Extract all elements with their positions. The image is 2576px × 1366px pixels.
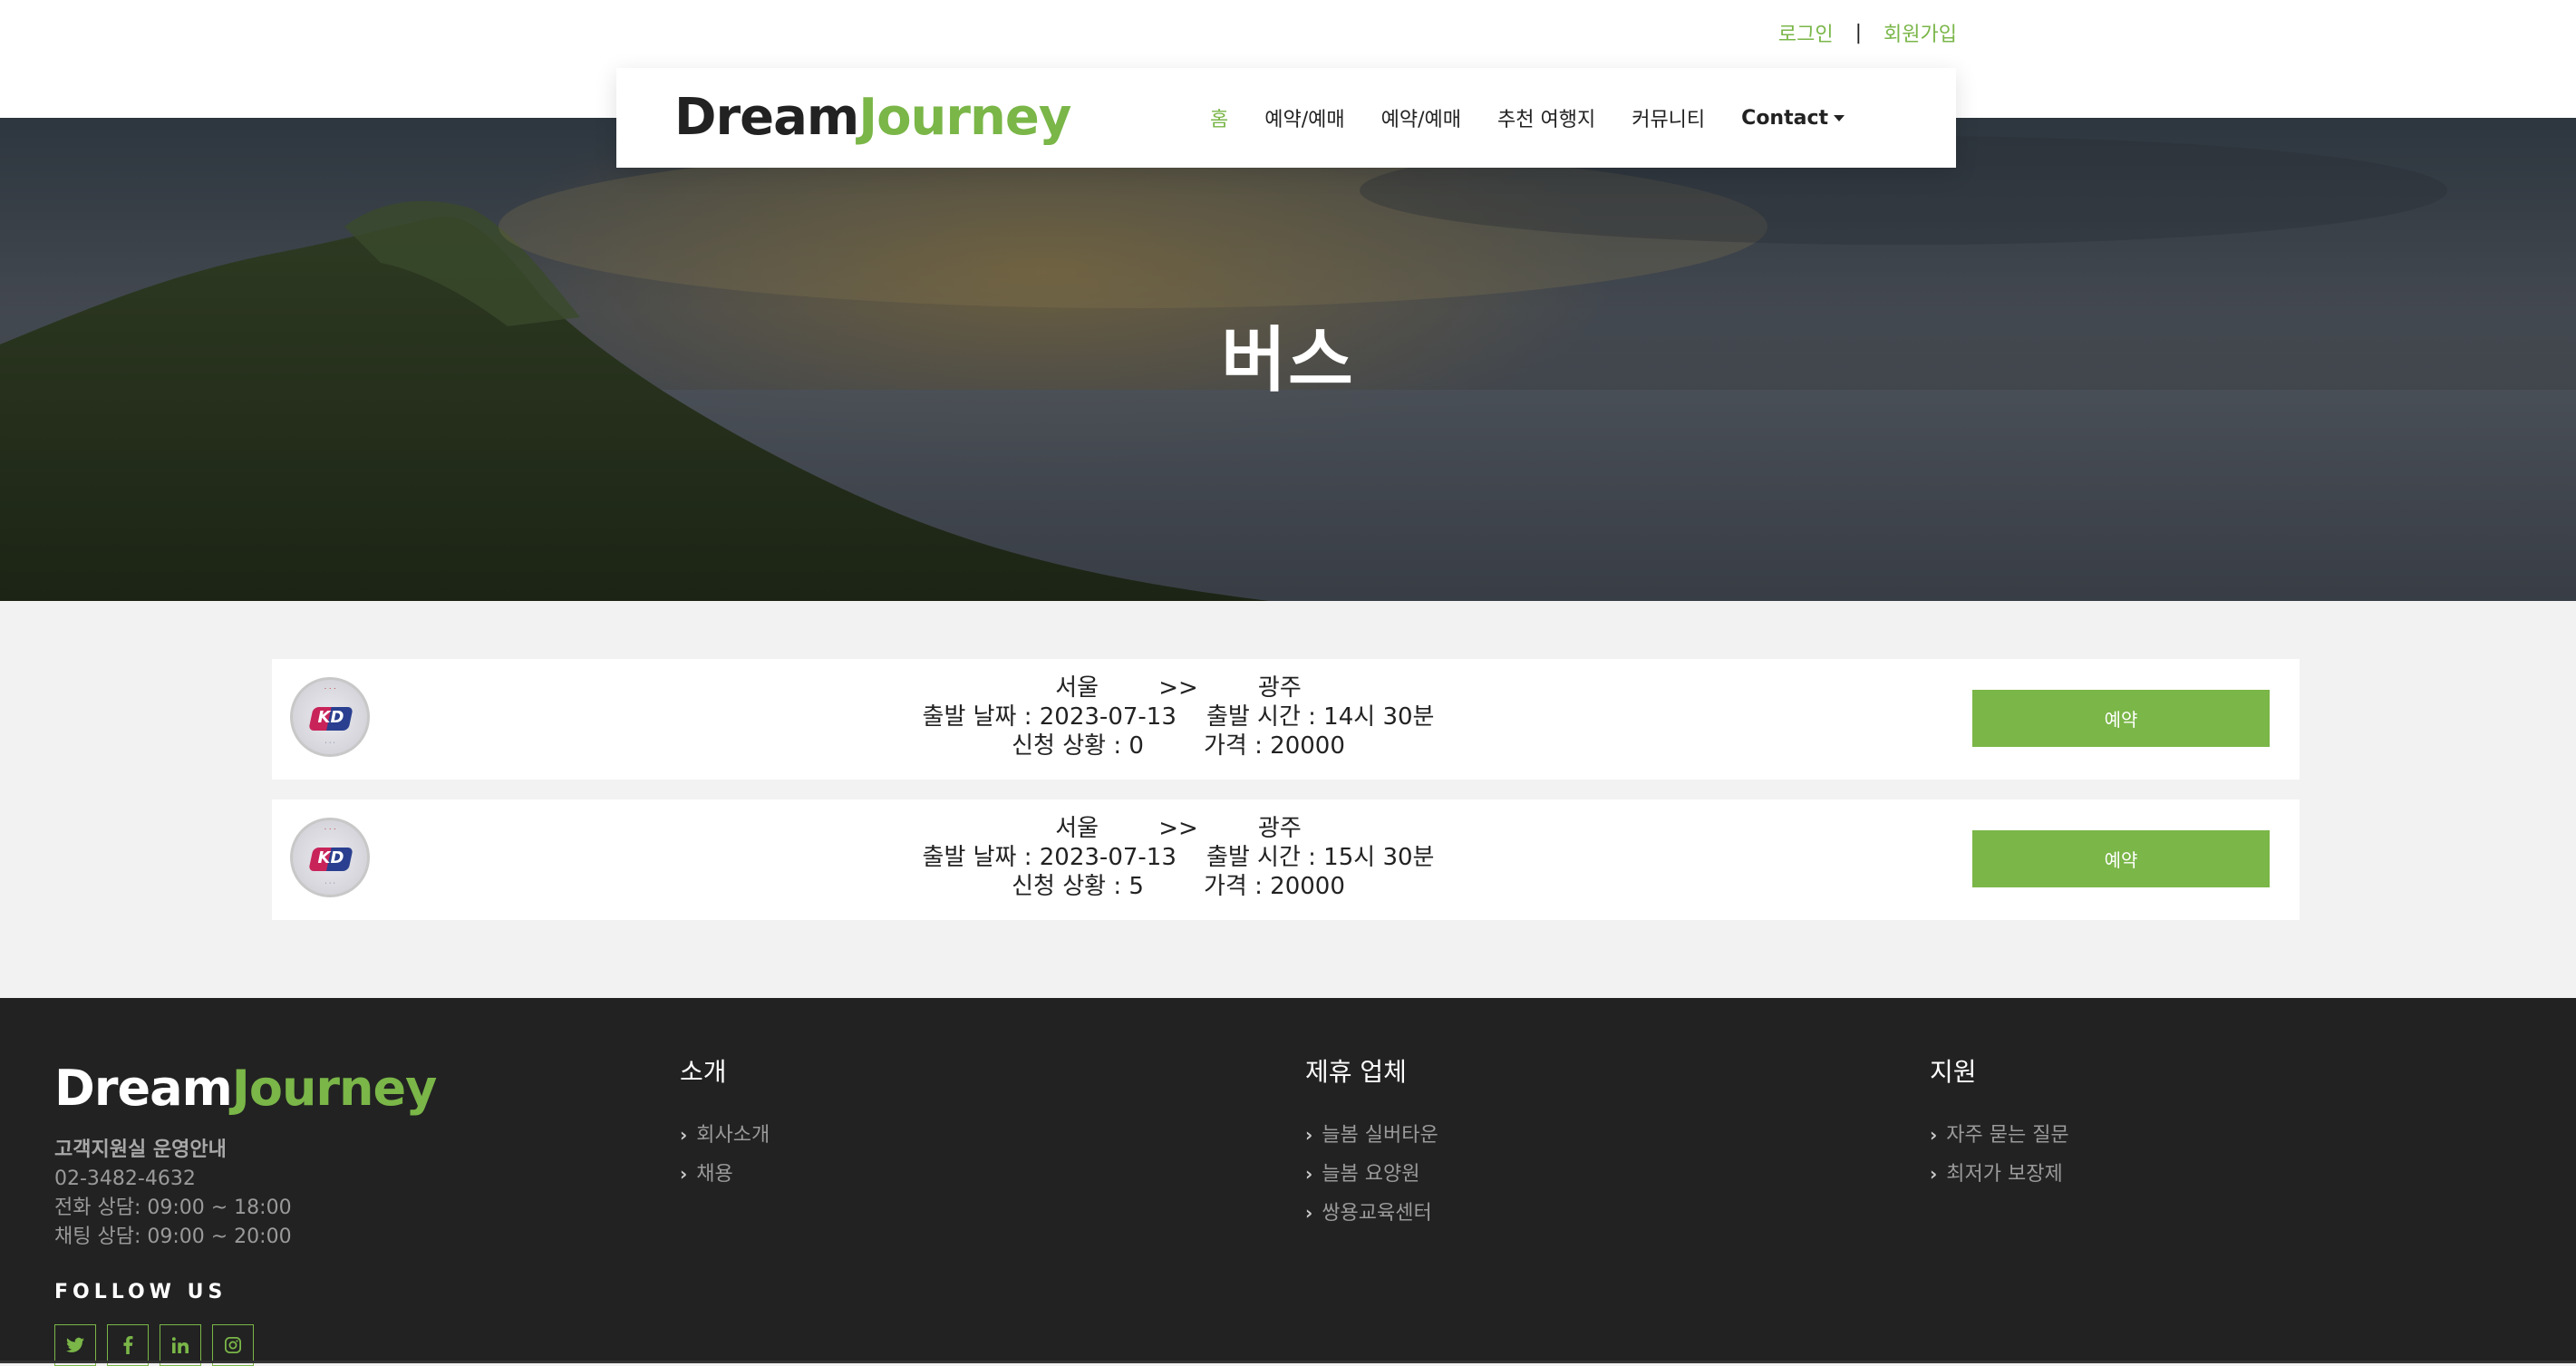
footer: DreamJourney 고객지원실 운영안내 02-3482-4632 전화 … <box>0 998 2576 1366</box>
route-row: 서울 >> 광주 <box>861 673 1496 702</box>
account-links: 로그인 | 회원가입 <box>1778 18 1957 47</box>
nav-item-booking-1[interactable]: 예약/예매 <box>1264 103 1344 132</box>
departure-time: 14시 30분 <box>1323 703 1435 731</box>
chevron-right-icon: › <box>1305 1202 1313 1224</box>
bus-company-logo: ᐧ ᐧ ᐧ KD ᐧ ᐧ ᐧ <box>290 818 370 897</box>
footer-column-title: 소개 <box>680 1057 727 1087</box>
nav-item-home[interactable]: 홈 <box>1210 103 1228 132</box>
footer-column-title: 제휴 업체 <box>1305 1057 1407 1087</box>
date-label: 출발 날짜 : <box>922 703 1040 731</box>
route-to: 광주 <box>1257 815 1302 842</box>
chevron-right-icon: › <box>1305 1124 1313 1146</box>
price: 20000 <box>1270 732 1345 760</box>
footer-link[interactable]: › 최저가 보장제 <box>1930 1155 2069 1194</box>
cs-call-hours: 전화 상담: 09:00 ~ 18:00 <box>54 1196 292 1219</box>
chevron-right-icon: › <box>1930 1163 1938 1185</box>
follow-us-heading: FOLLOW US <box>54 1281 228 1303</box>
schedule-row: 출발 날짜 : 2023-07-13 출발 시간 : 15시 30분 <box>861 843 1496 872</box>
login-link[interactable]: 로그인 <box>1778 18 1834 47</box>
bus-list: ᐧ ᐧ ᐧ KD ᐧ ᐧ ᐧ 서울 >> 광주 출발 날짜 : 2023-07-… <box>272 659 2300 940</box>
price-label: 가격 : <box>1204 873 1271 900</box>
booking-status: 5 <box>1128 873 1144 900</box>
status-row: 신청 상황 : 5 가격 : 20000 <box>861 872 1496 901</box>
route-arrow: >> <box>1158 674 1198 702</box>
route-to: 광주 <box>1257 674 1302 702</box>
brand-logo[interactable]: DreamJourney <box>674 86 1071 150</box>
footer-link-label: 최저가 보장제 <box>1946 1163 2063 1186</box>
chevron-right-icon: › <box>1930 1124 1938 1146</box>
route-from: 서울 <box>1055 674 1099 702</box>
footer-link-label: 자주 묻는 질문 <box>1946 1124 2069 1147</box>
footer-link-label: 회사소개 <box>696 1124 770 1147</box>
price-label: 가격 : <box>1204 732 1271 760</box>
footer-link-label: 늘봄 실버타운 <box>1322 1124 1438 1147</box>
booking-status: 0 <box>1128 732 1144 760</box>
book-button[interactable]: 예약 <box>1972 690 2270 747</box>
nav-item-contact-dropdown[interactable]: Contact <box>1741 107 1845 130</box>
hero-banner: 버스 <box>0 118 2576 601</box>
caret-down-icon <box>1834 114 1845 121</box>
logo-mark-glyph: KD <box>317 848 344 867</box>
footer-column-support: 지원 › 자주 묻는 질문 › 최저가 보장제 <box>1930 1052 2069 1194</box>
time-label: 출발 시간 : <box>1206 844 1324 871</box>
nav-menu: 홈 예약/예매 예약/예매 추천 여행지 커뮤니티 Contact <box>1210 68 1881 168</box>
footer-link[interactable]: › 늘봄 요양원 <box>1305 1155 1438 1194</box>
footer-link[interactable]: › 늘봄 실버타운 <box>1305 1116 1438 1155</box>
footer-link-label: 채용 <box>696 1163 733 1186</box>
nav-item-community[interactable]: 커뮤니티 <box>1632 103 1705 132</box>
nav-item-recommended[interactable]: 추천 여행지 <box>1497 103 1595 132</box>
chevron-right-icon: › <box>680 1124 688 1146</box>
route-arrow: >> <box>1158 815 1198 842</box>
chevron-right-icon: › <box>680 1163 688 1185</box>
route-row: 서울 >> 광주 <box>861 814 1496 843</box>
hero-title: 버스 <box>1221 320 1355 402</box>
footer-link[interactable]: › 회사소개 <box>680 1116 770 1155</box>
nav-item-booking-2[interactable]: 예약/예매 <box>1381 103 1461 132</box>
bus-info: 서울 >> 광주 출발 날짜 : 2023-07-13 출발 시간 : 14시 … <box>861 673 1496 761</box>
departure-time: 15시 30분 <box>1323 844 1435 871</box>
cs-phone: 02-3482-4632 <box>54 1167 196 1190</box>
link-separator: | <box>1855 21 1863 44</box>
route-from: 서울 <box>1055 815 1099 842</box>
footer-column-partners: 제휴 업체 › 늘봄 실버타운 › 늘봄 요양원 › 쌍용교육센터 <box>1305 1052 1438 1233</box>
footer-column-title: 지원 <box>1930 1057 1977 1087</box>
footer-brand-logo[interactable]: DreamJourney <box>54 1060 438 1117</box>
main-navbar: DreamJourney 홈 예약/예매 예약/예매 추천 여행지 커뮤니티 C… <box>616 68 1956 168</box>
logo-bottom-text: ᐧ ᐧ ᐧ <box>324 879 335 887</box>
price: 20000 <box>1270 873 1345 900</box>
footer-brand-part1: Dream <box>54 1060 233 1117</box>
status-row: 신청 상황 : 0 가격 : 20000 <box>861 731 1496 761</box>
bus-info: 서울 >> 광주 출발 날짜 : 2023-07-13 출발 시간 : 15시 … <box>861 814 1496 901</box>
footer-column-about: 소개 › 회사소개 › 채용 <box>680 1052 770 1194</box>
footer-link-label: 늘봄 요양원 <box>1322 1163 1420 1186</box>
time-label: 출발 시간 : <box>1206 703 1324 731</box>
signup-link[interactable]: 회원가입 <box>1884 18 1957 47</box>
bus-card: ᐧ ᐧ ᐧ KD ᐧ ᐧ ᐧ 서울 >> 광주 출발 날짜 : 2023-07-… <box>272 799 2300 920</box>
book-button[interactable]: 예약 <box>1972 830 2270 887</box>
logo-bottom-text: ᐧ ᐧ ᐧ <box>324 739 335 747</box>
bus-card: ᐧ ᐧ ᐧ KD ᐧ ᐧ ᐧ 서울 >> 광주 출발 날짜 : 2023-07-… <box>272 659 2300 780</box>
departure-date: 2023-07-13 <box>1039 844 1177 871</box>
status-label: 신청 상황 : <box>1012 732 1129 760</box>
departure-date: 2023-07-13 <box>1039 703 1177 731</box>
customer-support-info: 고객지원실 운영안내 02-3482-4632 전화 상담: 09:00 ~ 1… <box>54 1136 292 1252</box>
footer-brand-part2: Journey <box>231 1060 438 1117</box>
footer-link[interactable]: › 자주 묻는 질문 <box>1930 1116 2069 1155</box>
logo-ring-text: ᐧ ᐧ ᐧ <box>324 685 336 694</box>
bus-company-logo: ᐧ ᐧ ᐧ KD ᐧ ᐧ ᐧ <box>290 677 370 757</box>
brand-part1: Dream <box>674 88 859 147</box>
footer-link[interactable]: › 쌍용교육센터 <box>1305 1194 1438 1233</box>
chevron-right-icon: › <box>1305 1163 1313 1185</box>
footer-link[interactable]: › 채용 <box>680 1155 770 1194</box>
contact-label: Contact <box>1741 106 1829 130</box>
footer-link-label: 쌍용교육센터 <box>1322 1202 1432 1225</box>
logo-ring-text: ᐧ ᐧ ᐧ <box>324 826 336 835</box>
cs-title: 고객지원실 운영안내 <box>54 1138 227 1161</box>
schedule-row: 출발 날짜 : 2023-07-13 출발 시간 : 14시 30분 <box>861 702 1496 731</box>
cs-chat-hours: 채팅 상담: 09:00 ~ 20:00 <box>54 1226 292 1248</box>
status-label: 신청 상황 : <box>1012 873 1129 900</box>
date-label: 출발 날짜 : <box>922 844 1040 871</box>
logo-mark-glyph: KD <box>317 708 344 727</box>
brand-part2: Journey <box>858 88 1071 147</box>
